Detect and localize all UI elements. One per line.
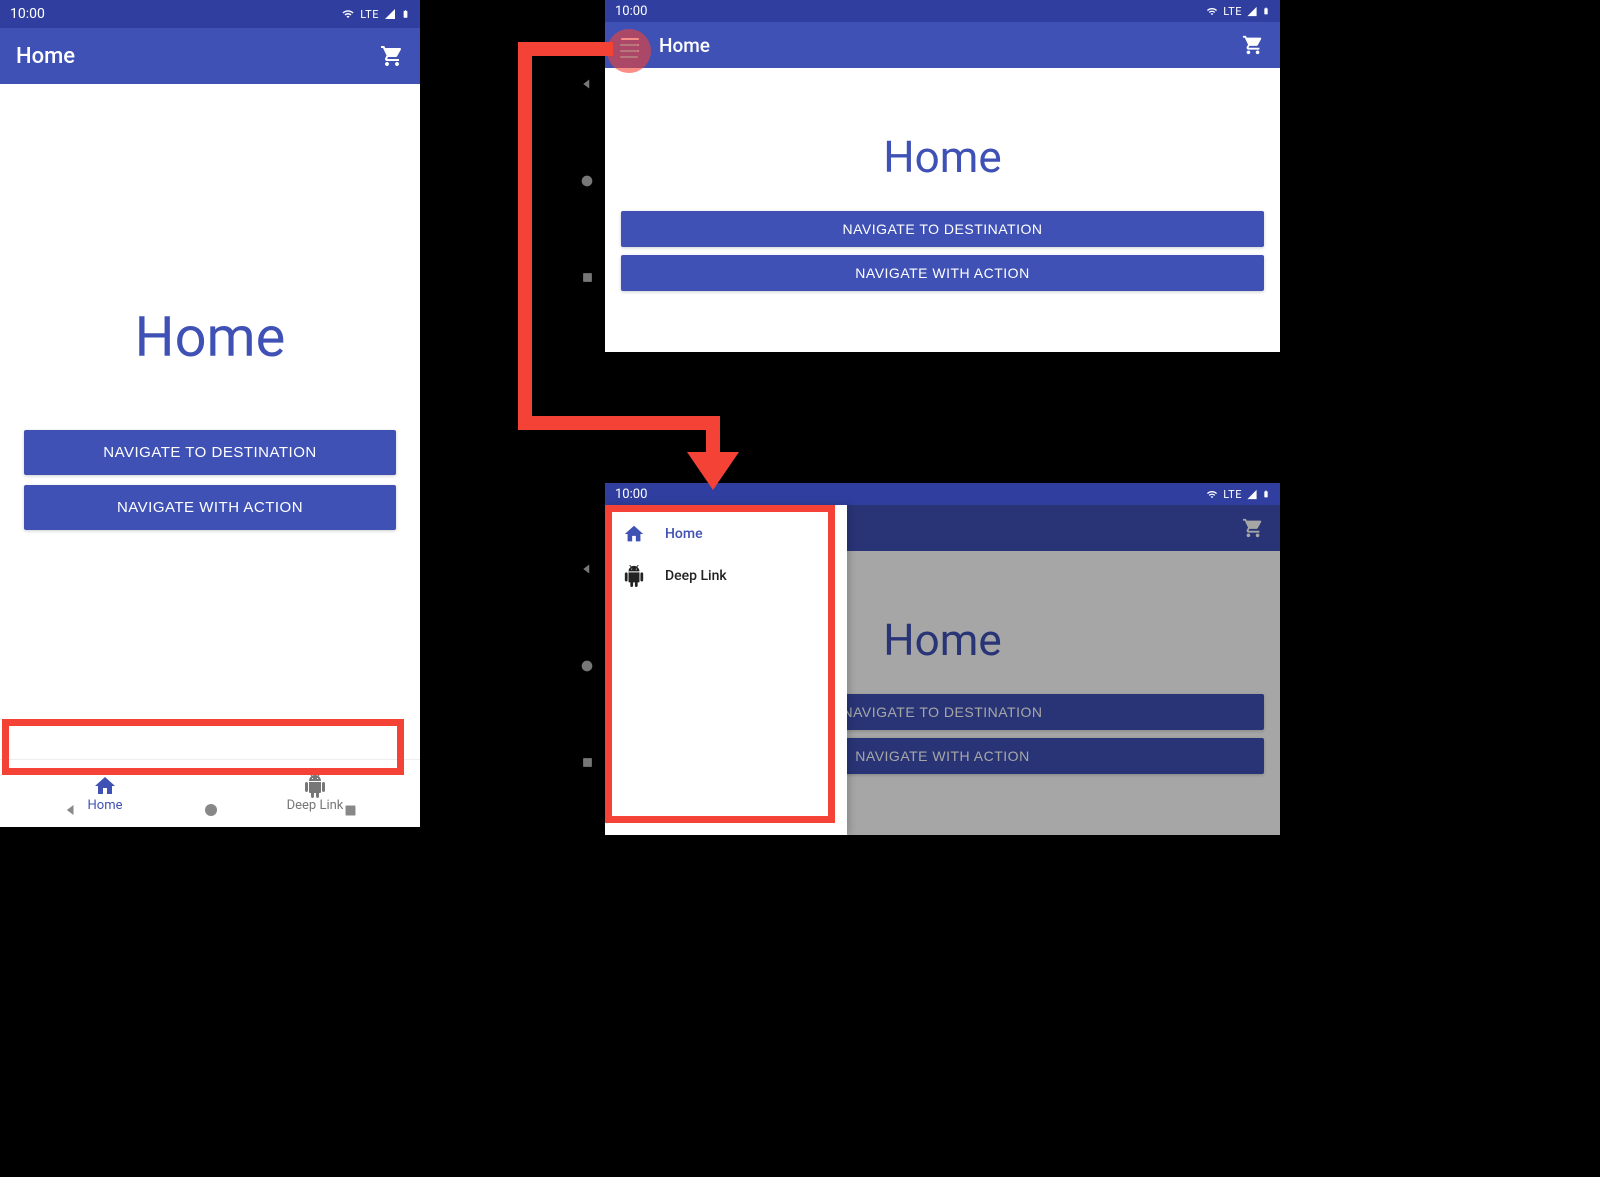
tablet-landscape-bottom: 10:00 LTE Home Home NAVIGATE TO DESTINAT… (605, 483, 1280, 835)
navigate-destination-button[interactable]: NAVIGATE TO DESTINATION (24, 430, 396, 475)
appbar-title: Home (16, 44, 75, 69)
nav-drawer: Home Deep Link (605, 505, 847, 835)
tablet-landscape-top: 10:00 LTE Home Home NAVIGATE TO DESTINAT… (605, 0, 1280, 352)
back-key-icon[interactable] (578, 560, 596, 578)
softkeys (569, 520, 605, 810)
back-key-icon[interactable] (61, 800, 81, 820)
drawer-label: Deep Link (665, 568, 727, 584)
cart-icon[interactable] (1242, 34, 1264, 56)
overview-key-icon[interactable] (580, 755, 595, 770)
appbar-title: Home (659, 34, 710, 57)
signal-icon (383, 8, 397, 20)
content-area: Home NAVIGATE TO DESTINATION NAVIGATE WI… (605, 68, 1280, 352)
home-icon (623, 523, 645, 545)
status-right: LTE (1205, 488, 1270, 501)
network-label: LTE (360, 8, 379, 21)
arrow-segment (518, 42, 613, 56)
signal-icon (1246, 6, 1258, 17)
app-bar: Home (605, 22, 1280, 68)
back-key-icon[interactable] (578, 75, 596, 93)
overview-key-icon[interactable] (342, 802, 359, 819)
status-right: LTE (340, 7, 410, 21)
softkeys (569, 35, 605, 325)
status-bar: 10:00 LTE (605, 0, 1280, 22)
wifi-icon (1205, 489, 1219, 500)
page-heading: Home (883, 131, 1001, 183)
navigate-action-button[interactable]: NAVIGATE WITH ACTION (24, 485, 396, 530)
network-label: LTE (1223, 5, 1242, 18)
home-key-icon[interactable] (202, 801, 220, 819)
drawer-item-deeplink[interactable]: Deep Link (605, 555, 847, 597)
status-time: 10:00 (10, 6, 45, 22)
status-bar: 10:00 LTE (0, 0, 420, 28)
home-key-icon[interactable] (579, 658, 595, 674)
android-icon (623, 565, 645, 587)
arrow-segment (518, 42, 532, 430)
status-time: 10:00 (615, 4, 647, 19)
content-area: Home NAVIGATE TO DESTINATION NAVIGATE WI… (0, 84, 420, 759)
status-time: 10:00 (615, 487, 647, 502)
app-bar: Home (0, 28, 420, 84)
softkeys (0, 790, 420, 830)
navigate-action-button[interactable]: NAVIGATE WITH ACTION (621, 255, 1264, 291)
battery-icon (401, 7, 410, 21)
wifi-icon (340, 8, 356, 20)
arrow-segment (518, 416, 713, 430)
signal-icon (1246, 489, 1258, 500)
navigate-destination-button[interactable]: NAVIGATE TO DESTINATION (621, 211, 1264, 247)
battery-icon (1262, 5, 1270, 17)
cart-icon[interactable] (380, 44, 404, 68)
arrow-head-icon (687, 452, 739, 490)
wifi-icon (1205, 6, 1219, 17)
overview-key-icon[interactable] (580, 270, 595, 285)
drawer-item-home[interactable]: Home (605, 513, 847, 555)
phone-portrait: 10:00 LTE Home Home NAVIGATE TO DESTINAT… (0, 0, 420, 827)
status-right: LTE (1205, 5, 1270, 18)
battery-icon (1262, 488, 1270, 500)
network-label: LTE (1223, 488, 1242, 501)
drawer-label: Home (665, 526, 703, 542)
touch-indicator (607, 29, 651, 73)
page-heading: Home (135, 304, 286, 370)
home-key-icon[interactable] (579, 173, 595, 189)
